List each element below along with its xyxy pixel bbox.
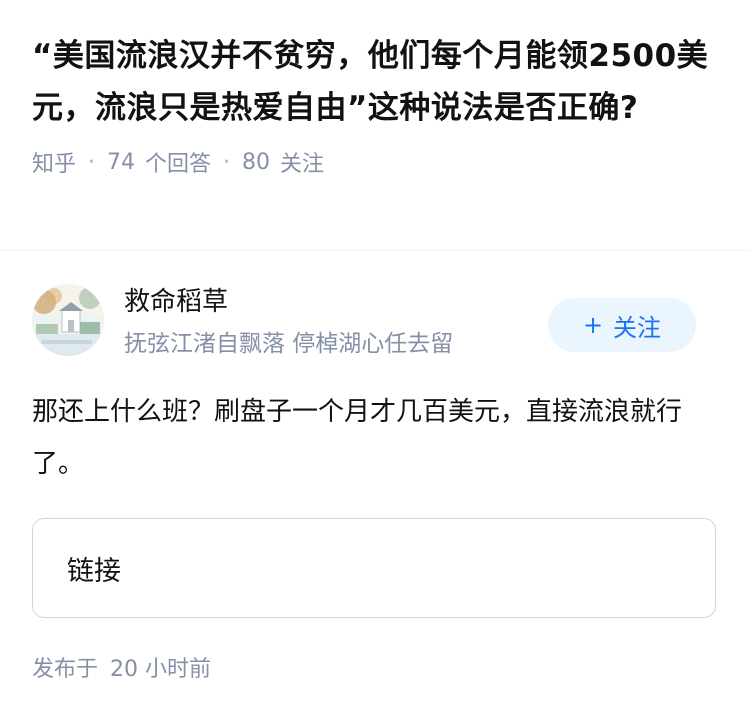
- answers-count: 74: [107, 149, 136, 175]
- question-header: “美国流浪汉并不贫穷，他们每个月能领2500美元，流浪只是热爱自由”这种说法是否…: [32, 30, 722, 178]
- link-card-label: 链接: [67, 555, 121, 587]
- publish-time: 发布于 20 小时前: [32, 654, 211, 686]
- avatar[interactable]: [32, 284, 104, 356]
- author-block: 救命稻草 抚弦江渚自飘落 停棹湖心任去留 + 关注: [32, 284, 718, 364]
- source-label[interactable]: 知乎: [32, 146, 76, 178]
- avatar-image: [32, 284, 104, 356]
- question-title[interactable]: “美国流浪汉并不贫穷，他们每个月能领2500美元，流浪只是热爱自由”这种说法是否…: [32, 30, 722, 134]
- separator-dot: ·: [88, 149, 96, 175]
- separator-dot: ·: [223, 149, 231, 175]
- author-bio: 抚弦江渚自飘落 停棹湖心任去留: [124, 331, 454, 357]
- answer-content: 那还上什么班？刷盘子一个月才几百美元，直接流浪就行了。: [32, 397, 683, 479]
- published-label: 发布于: [32, 657, 99, 682]
- author-name[interactable]: 救命稻草: [124, 284, 228, 320]
- follow-button[interactable]: + 关注: [548, 298, 696, 352]
- question-meta: 知乎 · 74 个回答 · 80 关注: [32, 146, 722, 178]
- follow-button-label: 关注: [613, 313, 662, 342]
- plus-icon: +: [582, 311, 604, 339]
- link-card[interactable]: 链接: [32, 518, 716, 618]
- divider: [0, 250, 750, 251]
- follows-count: 80: [242, 149, 271, 175]
- answers-label[interactable]: 个回答: [145, 146, 211, 178]
- published-time: 20 小时前: [110, 657, 212, 682]
- follows-label[interactable]: 关注: [280, 146, 324, 178]
